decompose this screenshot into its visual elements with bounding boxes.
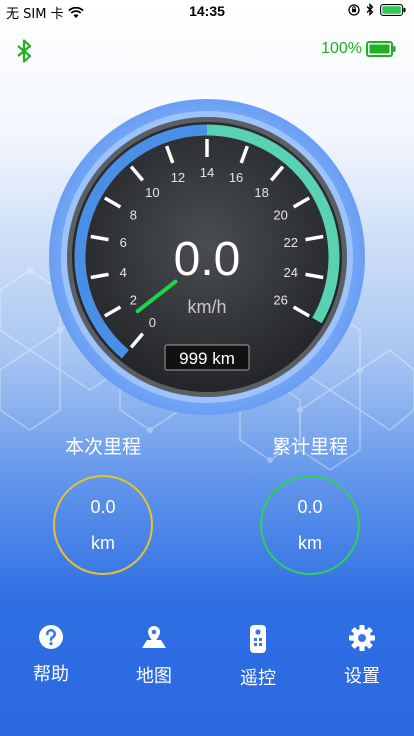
- speed-tick-label: 20: [273, 208, 287, 223]
- speed-tick-label: 14: [200, 165, 214, 180]
- nav-help[interactable]: 帮助: [11, 624, 91, 686]
- bottom-nav: 帮助 地图 遥控 设置: [0, 624, 414, 694]
- speed-tick-label: 2: [130, 293, 137, 308]
- speed-unit: km/h: [187, 297, 226, 317]
- trip-total-unit: km: [298, 533, 322, 553]
- trip-current-label: 本次里程: [64, 436, 141, 458]
- status-right: [348, 3, 406, 16]
- speed-tick-label: 12: [171, 170, 185, 185]
- status-bar: 无 SIM 卡 14:35: [0, 0, 414, 22]
- trip-current-value: 0.0: [90, 497, 116, 517]
- speed-tick-label: 8: [130, 208, 137, 223]
- trip-current: 本次里程 0.0 km: [43, 432, 163, 575]
- speed-tick-label: 26: [273, 293, 287, 308]
- remote-icon: [250, 625, 266, 653]
- speed-tick-label: 0: [149, 315, 156, 330]
- battery-icon: [366, 41, 396, 57]
- speedometer: 024681012 14 161820222426 0.0 km/h 999 km: [49, 99, 365, 415]
- nav-settings[interactable]: 设置: [322, 624, 402, 688]
- trip-total: 累计里程 0.0 km: [250, 432, 370, 575]
- map-icon: [142, 626, 166, 648]
- bluetooth-icon[interactable]: [14, 38, 36, 64]
- nav-help-label: 帮助: [33, 664, 69, 685]
- battery-percent: 100%: [321, 40, 362, 57]
- speed-tick-label: 6: [120, 235, 127, 250]
- status-battery-icon: [380, 3, 406, 16]
- trip-current-unit: km: [91, 533, 115, 553]
- nav-map-label: 地图: [136, 666, 172, 687]
- speed-tick-label: 18: [254, 185, 268, 200]
- speed-tick-label: 10: [145, 185, 159, 200]
- orientation-lock-icon: [348, 3, 360, 16]
- nav-remote[interactable]: 遥控: [218, 624, 298, 690]
- trip-current-ring: 0.0 km: [53, 475, 153, 575]
- range-value: 999 km: [179, 349, 235, 368]
- help-icon: [39, 625, 63, 649]
- battery-indicator: 100%: [321, 40, 396, 58]
- trip-total-ring: 0.0 km: [260, 475, 360, 575]
- nav-settings-label: 设置: [344, 666, 380, 687]
- speed-tick-label: 22: [283, 235, 297, 250]
- speed-tick-label: 24: [283, 265, 297, 280]
- speed-tick-label: 16: [229, 170, 243, 185]
- nav-map[interactable]: 地图: [114, 624, 194, 688]
- bluetooth-status-icon: [366, 3, 374, 16]
- trip-total-label: 累计里程: [271, 436, 348, 458]
- speed-value: 0.0: [174, 233, 241, 286]
- gear-icon: [349, 625, 375, 651]
- speed-tick-label: 4: [120, 265, 127, 280]
- nav-remote-label: 遥控: [240, 668, 276, 689]
- trip-total-value: 0.0: [297, 497, 323, 517]
